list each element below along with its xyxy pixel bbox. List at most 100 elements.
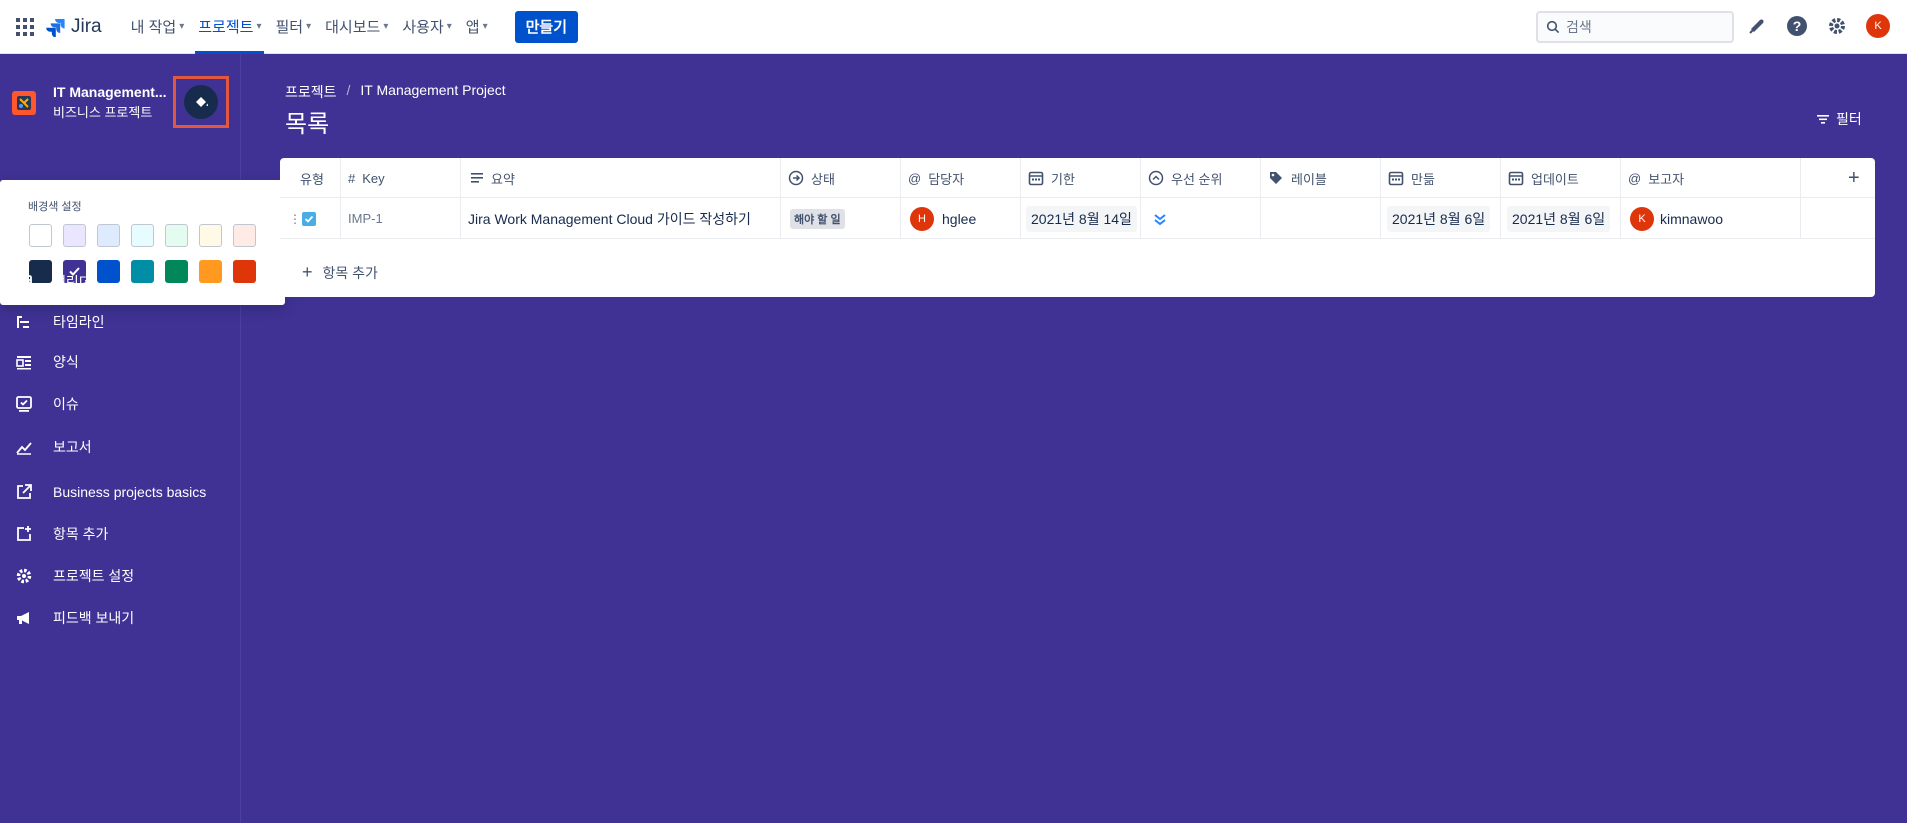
color-swatch[interactable] <box>131 224 154 247</box>
breadcrumb-projects[interactable]: 프로젝트 <box>285 82 337 102</box>
nav-people[interactable]: 사용자 ▾ <box>395 0 458 54</box>
sidebar-item-label: Business projects basics <box>53 484 207 500</box>
assignee-cell[interactable]: H hglee <box>910 198 976 239</box>
tag-icon <box>1268 170 1284 186</box>
color-swatch[interactable] <box>199 260 222 283</box>
issue-key[interactable]: IMP-1 <box>348 198 383 239</box>
due-date: 2021년 8월 14일 <box>1026 205 1137 232</box>
column-divider <box>1500 158 1501 239</box>
color-swatch[interactable] <box>233 224 256 247</box>
column-divider <box>900 158 901 239</box>
paint-bucket-icon <box>196 97 208 107</box>
column-header-label: 업데이트 <box>1531 171 1579 187</box>
jira-logo-icon <box>46 18 65 37</box>
issue-summary[interactable]: Jira Work Management Cloud 가이드 작성하기 <box>468 198 751 239</box>
column-header-label: 상태 <box>811 171 835 187</box>
column-divider <box>780 158 781 239</box>
column-header-summary[interactable]: 요약 <box>470 158 515 198</box>
text-lines-icon <box>470 172 484 184</box>
page-title: 목록 <box>285 111 330 138</box>
sidebar-item-label: 이슈 <box>53 396 79 412</box>
user-avatar[interactable]: K <box>1866 14 1890 38</box>
priority-icon <box>1148 170 1164 186</box>
column-divider <box>1260 158 1261 239</box>
created-cell[interactable]: 2021년 8월 6일 <box>1387 198 1491 239</box>
add-item-button[interactable]: + 항목 추가 <box>302 262 378 283</box>
column-header-updated[interactable]: 업데이트 <box>1508 158 1579 198</box>
status-arrow-icon <box>788 170 804 186</box>
column-header-assignee[interactable]: @ 담당자 <box>908 158 964 198</box>
top-navigation-bar: Jira 내 작업▾ 프로젝트▾ 필터▾ 대시보드▾ 사용자▾ 앱▾ 만들기 ?… <box>0 0 1907 54</box>
background-color-button[interactable] <box>184 85 218 119</box>
project-header[interactable]: IT Management... 비즈니스 프로젝트 <box>12 84 167 121</box>
search-icon <box>1546 20 1560 34</box>
create-button[interactable]: 만들기 <box>514 10 579 43</box>
nav-label: 앱 <box>465 19 480 36</box>
project-name: IT Management... <box>53 84 167 100</box>
add-item-label: 항목 추가 <box>322 264 378 281</box>
nav-projects[interactable]: 프로젝트 ▾ <box>191 0 268 54</box>
column-header-reporter[interactable]: @ 보고자 <box>1628 158 1684 198</box>
color-swatch[interactable] <box>131 260 154 283</box>
nav-label: 내 작업 <box>130 19 177 36</box>
column-header-type[interactable]: 유형 <box>300 158 324 198</box>
status-cell[interactable]: 해야 할 일 <box>790 198 845 239</box>
column-header-label: 우선 순위 <box>1171 171 1223 187</box>
color-swatch[interactable] <box>97 224 120 247</box>
search-box[interactable] <box>1536 11 1734 43</box>
settings-icon[interactable] <box>1825 14 1849 38</box>
sidebar-item-add-item[interactable]: 항목 추가 <box>14 524 108 544</box>
sidebar-item-label: 타임라인 <box>53 314 105 330</box>
color-swatch[interactable] <box>199 224 222 247</box>
sidebar-item-label: 캘린더 <box>53 274 92 290</box>
sidebar-item-form[interactable]: 양식 <box>14 352 79 372</box>
column-divider <box>1380 158 1381 239</box>
color-swatch[interactable] <box>97 260 120 283</box>
sidebar-item-label: 항목 추가 <box>53 526 109 542</box>
jira-logo[interactable]: Jira <box>46 16 102 38</box>
column-header-label: 보고자 <box>1648 171 1685 187</box>
notifications-icon[interactable] <box>1745 14 1769 38</box>
search-input[interactable] <box>1566 19 1716 35</box>
svg-text:?: ? <box>1793 18 1802 34</box>
updated-cell[interactable]: 2021년 8월 6일 <box>1507 198 1611 239</box>
assignee-name: hglee <box>942 210 977 227</box>
help-icon[interactable]: ? <box>1785 14 1809 38</box>
sidebar-item-business-projects-basics[interactable]: Business projects basics <box>14 482 206 502</box>
sidebar-item-issues[interactable]: 이슈 <box>14 394 79 414</box>
priority-lowest-icon[interactable] <box>1152 198 1168 239</box>
color-swatch[interactable] <box>63 224 86 247</box>
reporter-name: kimnawoo <box>1660 210 1724 227</box>
column-header-status[interactable]: 상태 <box>788 158 835 198</box>
breadcrumb-project[interactable]: IT Management Project <box>360 82 505 102</box>
issues-icon <box>14 394 34 414</box>
color-swatch[interactable] <box>165 224 188 247</box>
nav-filters[interactable]: 필터 ▾ <box>268 0 318 54</box>
add-column-icon[interactable]: + <box>1848 158 1860 198</box>
reporter-cell[interactable]: K kimnawoo <box>1630 198 1723 239</box>
sidebar-item-timeline[interactable]: 타임라인 <box>14 312 105 332</box>
reports-icon <box>14 437 34 457</box>
color-swatch[interactable] <box>165 260 188 283</box>
nav-my-work[interactable]: 내 작업 ▾ <box>124 0 192 54</box>
column-header-labels[interactable]: 레이블 <box>1268 158 1327 198</box>
column-divider <box>1140 158 1141 239</box>
sidebar-item-calendar[interactable]: 캘린더 <box>14 272 92 292</box>
filter-button[interactable]: 필터 <box>1816 109 1862 129</box>
color-swatch[interactable] <box>233 260 256 283</box>
nav-apps[interactable]: 앱 ▾ <box>459 0 495 54</box>
filter-label: 필터 <box>1836 111 1862 127</box>
column-header-key[interactable]: # Key <box>348 158 385 198</box>
app-switcher-icon[interactable] <box>16 17 34 36</box>
column-header-created[interactable]: 만듦 <box>1388 158 1435 198</box>
form-icon <box>14 352 34 372</box>
sidebar-item-reports[interactable]: 보고서 <box>14 437 92 457</box>
avatar: K <box>1630 206 1654 231</box>
due-date-cell[interactable]: 2021년 8월 14일 <box>1026 198 1137 239</box>
column-header-priority[interactable]: 우선 순위 <box>1148 158 1222 198</box>
nav-dashboards[interactable]: 대시보드 ▾ <box>318 0 395 54</box>
sidebar-item-send-feedback[interactable]: 피드백 보내기 <box>14 608 134 628</box>
color-swatch[interactable] <box>29 224 52 247</box>
column-header-due[interactable]: 기한 <box>1028 158 1075 198</box>
sidebar-item-project-settings[interactable]: 프로젝트 설정 <box>14 566 134 586</box>
